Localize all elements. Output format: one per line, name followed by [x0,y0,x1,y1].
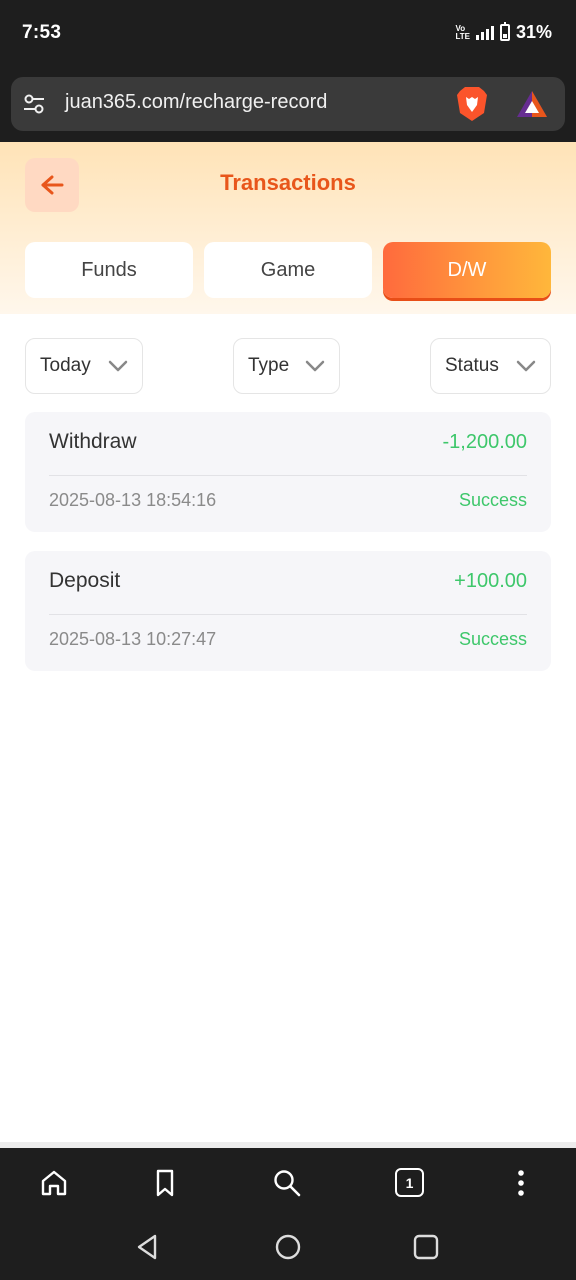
record-datetime: 2025-08-13 18:54:16 [49,490,217,510]
chevron-down-icon [305,360,325,372]
type-filter-dropdown[interactable]: Type [233,338,340,394]
status-bar: 7:53 Vo LTE 31% [0,0,576,66]
record-type: Withdraw [49,430,137,453]
record-amount: +100.00 [454,570,527,592]
transactions-header: Transactions Funds Game D/W [0,142,576,314]
search-icon[interactable] [272,1168,302,1198]
brave-lion-icon[interactable] [455,85,489,123]
status-filter-dropdown[interactable]: Status [430,338,551,394]
record-amount: -1,200.00 [442,431,527,453]
url-text[interactable]: juan365.com/recharge-record [65,91,327,114]
status-time: 7:53 [22,22,62,43]
type-filter-label: Type [248,355,290,376]
home-icon[interactable] [39,1168,69,1198]
battery-icon [499,22,510,41]
site-settings-icon[interactable] [23,93,45,115]
status-filter-label: Status [445,355,499,376]
transaction-record[interactable]: Deposit +100.00 2025-08-13 10:27:47 Succ… [25,551,551,671]
nav-recents-icon[interactable] [411,1232,441,1262]
browser-toolbar: 1 [0,1148,576,1218]
tab-count: 1 [405,1174,414,1191]
brave-rewards-triangle-icon[interactable] [515,89,549,119]
status-indicators: Vo LTE 31% [455,22,552,43]
tab-funds[interactable]: Funds [25,242,193,298]
date-filter-dropdown[interactable]: Today [25,338,143,394]
record-status: Success [458,629,527,649]
record-divider [49,475,527,476]
battery-percent: 31% [515,22,552,42]
nav-back-icon[interactable] [133,1232,163,1262]
signal-icon [475,25,494,40]
more-menu-icon[interactable] [506,1168,536,1198]
record-datetime: 2025-08-13 10:27:47 [49,629,217,649]
page-title: Transactions [220,170,356,195]
tab-game[interactable]: Game [204,242,372,298]
network-type: Vo LTE [455,24,470,41]
chevron-down-icon [108,360,128,372]
browser-bar: juan365.com/recharge-record [0,66,576,142]
tab-dw[interactable]: D/W [383,242,551,298]
tab-switcher-button[interactable]: 1 [395,1168,424,1197]
address-bar[interactable]: juan365.com/recharge-record [11,77,565,131]
record-type: Deposit [49,569,121,592]
chevron-down-icon [516,360,536,372]
system-nav-bar [0,1218,576,1280]
record-status: Success [458,490,527,510]
transaction-record[interactable]: Withdraw -1,200.00 2025-08-13 18:54:16 S… [25,412,551,532]
record-tabs: Funds Game D/W [25,242,551,298]
record-divider [49,614,527,615]
network-type-bottom: LTE [455,31,470,41]
nav-home-icon[interactable] [273,1232,303,1262]
date-filter-label: Today [40,355,91,376]
bookmark-icon[interactable] [150,1168,180,1198]
